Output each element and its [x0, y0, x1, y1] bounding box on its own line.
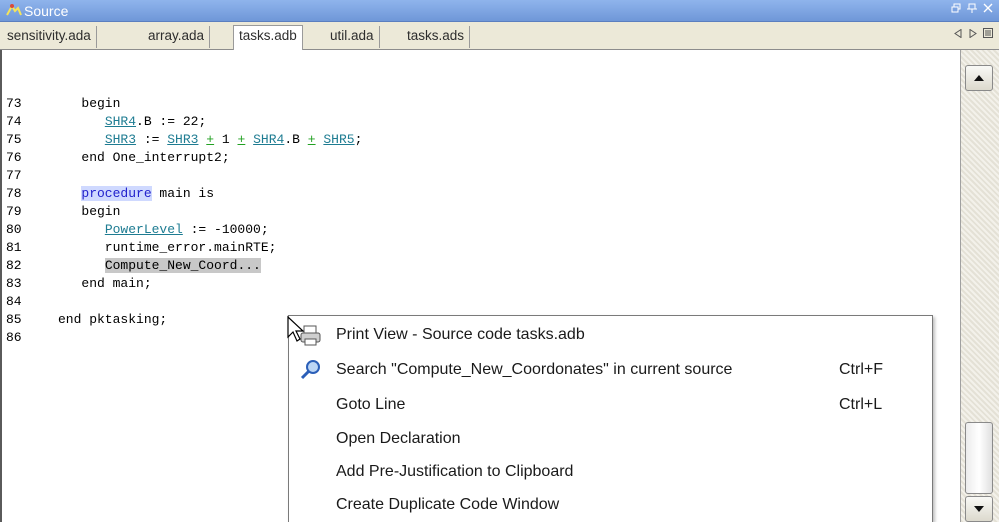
- code-line-84: 84: [6, 293, 58, 311]
- menu-item-print-view[interactable]: Print View - Source code tasks.adb: [289, 318, 932, 351]
- code-line-75: 75 SHR3 := SHR3 + 1 + SHR4.B + SHR5;: [6, 131, 362, 149]
- search-icon: [299, 358, 323, 382]
- menu-item-shortcut: Ctrl+F: [839, 361, 883, 378]
- scroll-right-icon[interactable]: [966, 28, 980, 44]
- code-text: ;: [354, 132, 363, 147]
- line-number: 76: [6, 150, 22, 165]
- code-line-79: 79 begin: [6, 203, 120, 221]
- code-line-77: 77: [6, 167, 58, 185]
- variable-link[interactable]: PowerLevel: [105, 222, 183, 237]
- restore-icon[interactable]: [950, 3, 962, 17]
- code-line-78: 78 procedure main is: [6, 185, 214, 203]
- line-number: 77: [6, 168, 22, 183]
- operator-link[interactable]: +: [308, 132, 316, 147]
- close-icon[interactable]: [982, 3, 994, 17]
- line-number: 83: [6, 276, 22, 291]
- variable-link[interactable]: SHR4: [105, 114, 136, 129]
- arrow-up-icon: [974, 75, 984, 81]
- code-line-73: 73 begin: [6, 95, 120, 113]
- menu-item-label: Goto Line: [336, 396, 406, 413]
- code-text: runtime_error.mainRTE;: [58, 240, 277, 255]
- scroll-up-button[interactable]: [965, 65, 993, 91]
- code-text: end One_interrupt2;: [58, 150, 230, 165]
- source-window-icon: [6, 3, 22, 17]
- pin-icon[interactable]: [966, 3, 978, 17]
- menu-item-label: Create Duplicate Code Window: [336, 496, 560, 513]
- menu-item-open-declaration[interactable]: Open Declaration: [289, 422, 932, 455]
- code-line-81: 81 runtime_error.mainRTE;: [6, 239, 276, 257]
- arrow-down-icon: [974, 506, 984, 512]
- code-text: end main;: [58, 276, 152, 291]
- code-text: := -10000;: [182, 222, 269, 237]
- code-line-80: 80 PowerLevel := -10000;: [6, 221, 269, 239]
- code-line-74: 74 SHR4.B := 22;: [6, 113, 206, 131]
- tab-sensitivity-ada[interactable]: sensitivity.ada: [2, 26, 97, 48]
- code-text: .B := 22;: [136, 114, 207, 129]
- line-number: 78: [6, 186, 22, 201]
- scroll-down-button[interactable]: [965, 496, 993, 522]
- variable-link[interactable]: SHR3: [167, 132, 198, 147]
- tab-util-ada[interactable]: util.ada: [325, 26, 380, 48]
- code-text: 1: [214, 132, 238, 147]
- variable-link[interactable]: SHR5: [323, 132, 354, 147]
- menu-item-search[interactable]: Search "Compute_New_Coordonates" in curr…: [289, 353, 932, 386]
- code-text: begin: [58, 204, 121, 219]
- line-number: 85: [6, 312, 22, 327]
- code-text: :=: [136, 132, 168, 147]
- line-number: 75: [6, 132, 22, 147]
- context-menu: Print View - Source code tasks.adb Searc…: [288, 315, 933, 522]
- code-text: .B: [284, 132, 308, 147]
- code-line-82: 82 Compute_New_Coord...: [6, 257, 261, 275]
- file-tab-bar: sensitivity.ada array.ada tasks.adb util…: [0, 22, 999, 50]
- window-title: Source: [24, 3, 69, 19]
- tab-tasks-ads[interactable]: tasks.ads: [402, 26, 471, 48]
- tab-array-ada[interactable]: array.ada: [143, 26, 211, 48]
- selected-identifier-rest: ...: [237, 258, 261, 273]
- line-number: 84: [6, 294, 22, 309]
- keyword-highlight: procedure: [81, 186, 152, 201]
- menu-item-shortcut: Ctrl+L: [839, 396, 883, 413]
- code-text: begin: [58, 96, 121, 111]
- variable-link[interactable]: SHR4: [253, 132, 284, 147]
- operator-link[interactable]: +: [206, 132, 214, 147]
- menu-item-label: Print View - Source code tasks.adb: [336, 326, 585, 343]
- variable-link[interactable]: SHR3: [105, 132, 136, 147]
- menu-item-add-pre-justification[interactable]: Add Pre-Justification to Clipboard: [289, 455, 932, 488]
- menu-item-goto-line[interactable]: Goto Line Ctrl+L: [289, 388, 932, 421]
- operator-link[interactable]: +: [238, 132, 246, 147]
- menu-item-label: Open Declaration: [336, 430, 461, 447]
- code-line-76: 76 end One_interrupt2;: [6, 149, 230, 167]
- menu-item-create-duplicate-window[interactable]: Create Duplicate Code Window: [289, 488, 932, 521]
- selected-identifier[interactable]: Compute_New_Coord: [104, 258, 238, 273]
- code-line-83: 83 end main;: [6, 275, 152, 293]
- line-number: 73: [6, 96, 22, 111]
- code-text: main is: [151, 186, 215, 201]
- menu-item-label: Search "Compute_New_Coordonates" in curr…: [336, 361, 733, 378]
- tab-tasks-adb[interactable]: tasks.adb: [233, 25, 303, 50]
- code-line-86: 86: [6, 329, 58, 347]
- vertical-scrollbar[interactable]: [960, 50, 999, 522]
- scroll-left-icon[interactable]: [951, 28, 965, 44]
- tab-list-icon[interactable]: [981, 28, 995, 44]
- line-number: 86: [6, 330, 22, 345]
- line-number: 80: [6, 222, 22, 237]
- scroll-thumb[interactable]: [965, 422, 993, 494]
- code-line-85: 85 end pktasking;: [6, 311, 167, 329]
- line-number: 74: [6, 114, 22, 129]
- line-number: 82: [6, 258, 22, 273]
- line-number: 79: [6, 204, 22, 219]
- line-number: 81: [6, 240, 22, 255]
- menu-item-label: Add Pre-Justification to Clipboard: [336, 463, 574, 480]
- window-titlebar: Source: [0, 0, 999, 22]
- mouse-cursor-icon: [286, 315, 320, 359]
- code-text: end pktasking;: [58, 312, 168, 327]
